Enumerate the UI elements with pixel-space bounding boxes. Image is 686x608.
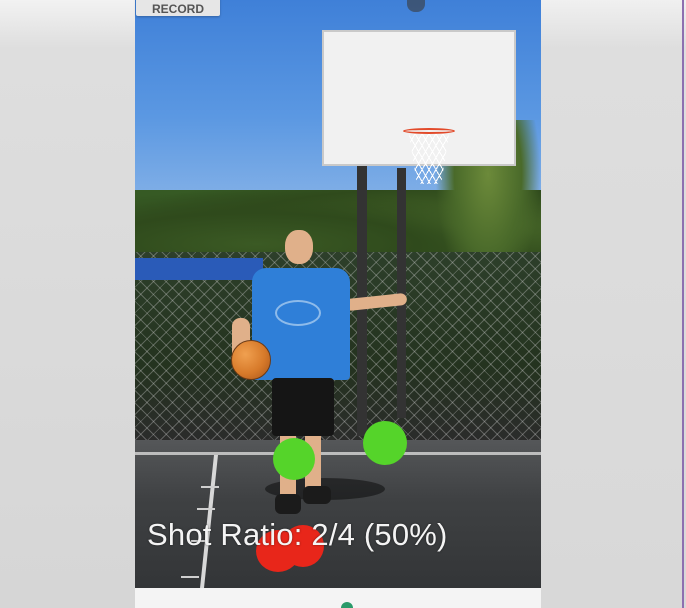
made-shot-marker [273, 438, 315, 480]
right-blur-panel [541, 0, 686, 608]
made-shot-marker [363, 421, 407, 465]
player-shorts [272, 378, 334, 436]
court-surface [135, 440, 541, 588]
shirt-logo [275, 300, 321, 326]
left-blur-panel [0, 0, 135, 608]
player-head [285, 230, 313, 264]
window-edge [682, 0, 684, 608]
camera-view[interactable] [135, 0, 541, 588]
basketball [231, 340, 271, 380]
court-tick [181, 576, 199, 578]
court-tick [201, 486, 219, 488]
bottom-bar [135, 588, 541, 608]
shot-ratio-label: Shot Ratio: 2/4 (50%) [147, 517, 448, 552]
record-button[interactable]: RECORD [136, 0, 220, 16]
app-icon[interactable] [341, 602, 353, 608]
court-tick [197, 508, 215, 510]
fence-banner [135, 258, 263, 280]
hoop-rim [403, 128, 455, 134]
player-shoe [303, 486, 331, 504]
court-baseline [135, 452, 541, 455]
player-shoe [275, 494, 301, 514]
